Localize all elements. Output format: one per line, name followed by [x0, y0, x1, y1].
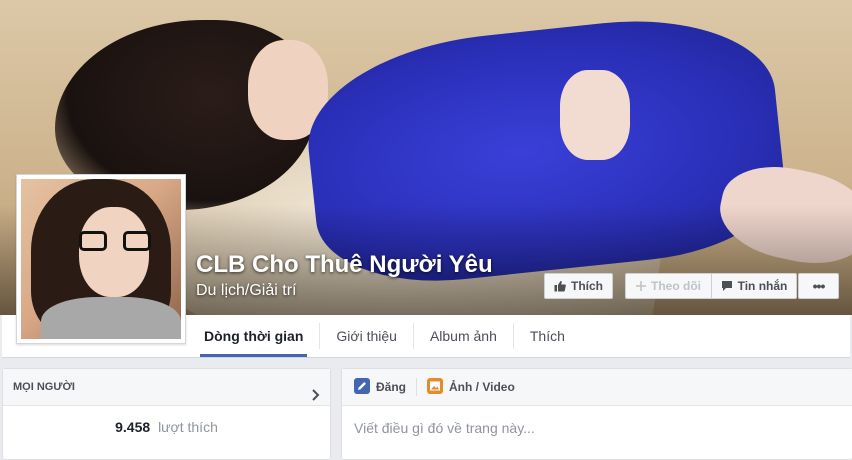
- composer-divider: [416, 378, 417, 396]
- follow-button[interactable]: Theo dõi: [625, 273, 712, 299]
- tab-bar: Dòng thời gian Giới thiệu Album ảnh Thíc…: [188, 315, 581, 357]
- photo-icon: [427, 377, 443, 397]
- composer-photo-label: Ảnh / Video: [449, 380, 515, 394]
- plus-icon: [636, 281, 646, 291]
- chevron-right-icon[interactable]: [312, 380, 320, 416]
- more-button[interactable]: •••: [798, 273, 839, 299]
- message-button[interactable]: Tin nhắn: [711, 273, 797, 299]
- profile-shirt: [41, 297, 181, 339]
- profile-photo-image: [21, 179, 181, 339]
- people-panel: MỌI NGƯỜI 9.458 lượt thích: [2, 368, 331, 460]
- tab-timeline[interactable]: Dòng thời gian: [188, 315, 319, 357]
- tab-about[interactable]: Giới thiệu: [320, 315, 413, 357]
- message-icon: [721, 280, 733, 292]
- composer-panel: Đăng Ảnh / Video Viết điều gì đó về tran…: [341, 368, 852, 460]
- message-button-label: Tin nhắn: [737, 279, 788, 293]
- page-title[interactable]: CLB Cho Thuê Người Yêu: [196, 251, 493, 279]
- like-count: 9.458: [115, 419, 151, 435]
- like-count-stat: 9.458 lượt thích: [3, 419, 330, 435]
- composer-post-tab[interactable]: Đăng: [354, 377, 406, 397]
- more-icon: •••: [812, 278, 826, 294]
- page-category[interactable]: Du lịch/Giải trí: [196, 282, 296, 300]
- tab-photos[interactable]: Album ảnh: [414, 315, 513, 357]
- like-button[interactable]: Thích: [544, 273, 613, 299]
- profile-picture[interactable]: [16, 174, 186, 344]
- people-panel-header[interactable]: MỌI NGƯỜI: [3, 369, 330, 406]
- pencil-icon: [354, 377, 370, 397]
- like-button-label: Thích: [571, 279, 603, 293]
- composer-post-label: Đăng: [376, 380, 406, 394]
- follow-button-label: Theo dõi: [651, 279, 701, 293]
- composer-input[interactable]: Viết điều gì đó về trang này...: [342, 406, 852, 450]
- profile-glasses: [79, 231, 151, 253]
- composer-tabs: Đăng Ảnh / Video: [342, 369, 852, 406]
- composer-photo-tab[interactable]: Ảnh / Video: [427, 377, 515, 397]
- cover-arm: [560, 70, 630, 160]
- tab-likes[interactable]: Thích: [514, 315, 581, 357]
- people-panel-title: MỌI NGƯỜI: [13, 381, 75, 393]
- like-count-label: lượt thích: [158, 419, 218, 435]
- thumbs-up-icon: [554, 280, 566, 292]
